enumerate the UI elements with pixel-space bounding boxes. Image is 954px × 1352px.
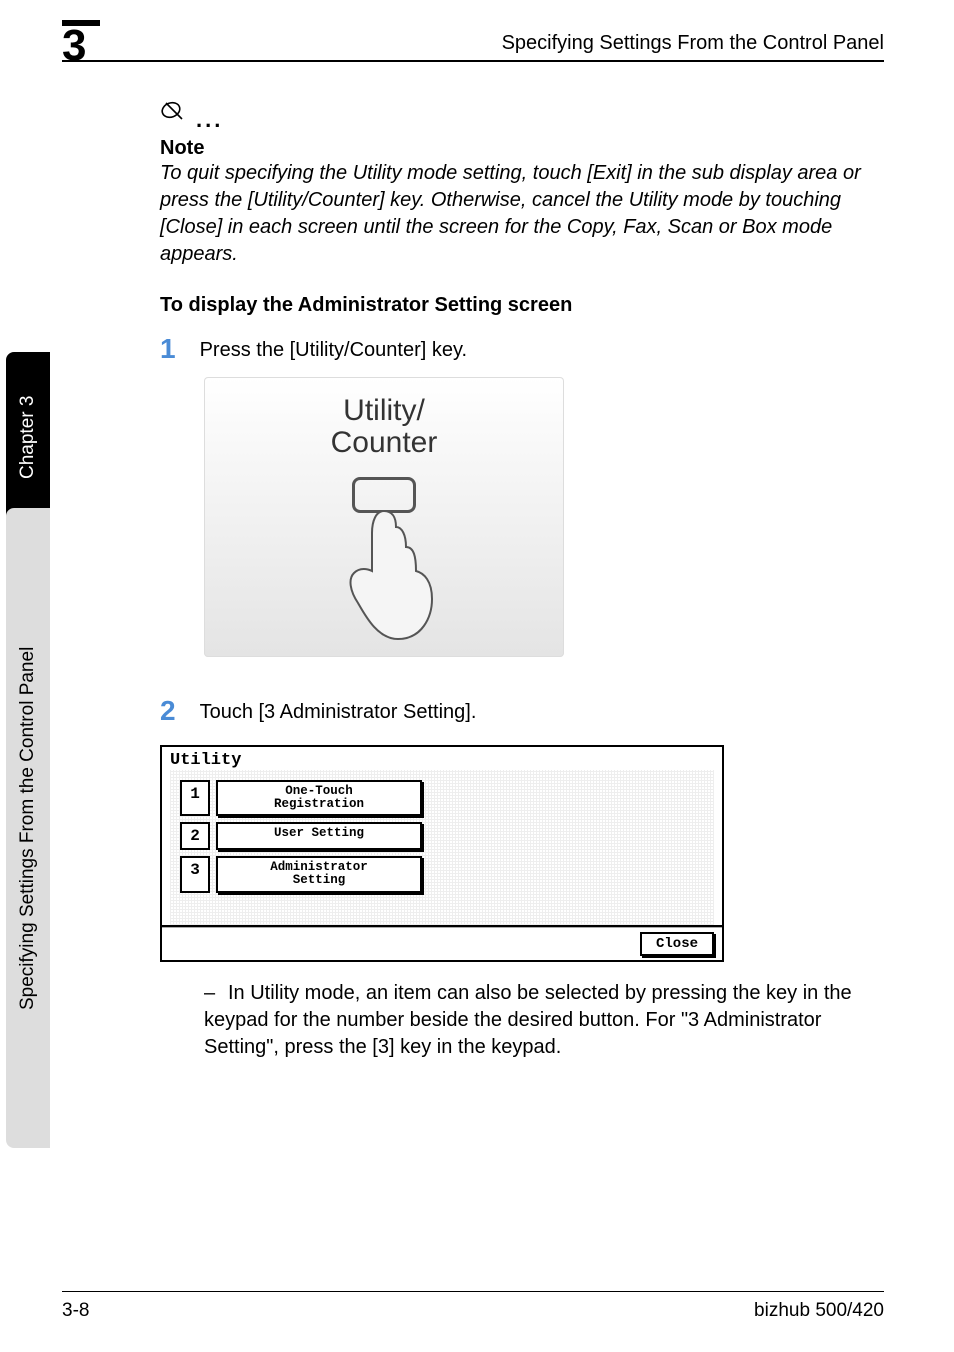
step-1-number: 1	[160, 335, 176, 363]
bullet-dash: –	[204, 980, 228, 1007]
step-1-text: Press the [Utility/Counter] key.	[200, 335, 468, 362]
utility-row: 1 One-Touch Registration	[180, 780, 704, 816]
finger-icon	[324, 507, 444, 647]
step-2-number: 2	[160, 697, 176, 725]
note-icon-row: ...	[160, 100, 878, 133]
utility-row-number: 3	[180, 856, 210, 892]
note-icon	[160, 100, 190, 133]
utility-screen-header: Utility 1 One-Touch Registration 2 User …	[162, 747, 722, 927]
header-rule	[62, 60, 884, 62]
utility-button-administrator-setting[interactable]: Administrator Setting	[216, 856, 422, 892]
utility-row-number: 2	[180, 822, 210, 850]
key-label-line1: Utility/	[343, 394, 425, 427]
close-button[interactable]: Close	[640, 932, 714, 956]
utility-screen-footer: Close	[162, 927, 722, 960]
side-tab-chapter: Chapter 3	[6, 352, 50, 522]
note-heading: Note	[160, 137, 878, 160]
page-header-title: Specifying Settings From the Control Pan…	[502, 32, 884, 55]
key-label: Utility/ Counter	[204, 395, 564, 458]
illustration-utility-screen: Utility 1 One-Touch Registration 2 User …	[160, 745, 724, 962]
note-body: To quit specifying the Utility mode sett…	[160, 160, 878, 268]
footer-page-number: 3-8	[62, 1300, 89, 1322]
step-2: 2 Touch [3 Administrator Setting].	[160, 697, 878, 725]
utility-screen-title: Utility	[170, 751, 241, 770]
utility-row: 3 Administrator Setting	[180, 856, 704, 892]
step-1: 1 Press the [Utility/Counter] key.	[160, 335, 878, 363]
side-tab-section: Specifying Settings From the Control Pan…	[6, 508, 50, 1148]
illustration-utility-counter-key: Utility/ Counter	[204, 377, 564, 657]
utility-button-one-touch[interactable]: One-Touch Registration	[216, 780, 422, 816]
footer-model: bizhub 500/420	[754, 1300, 884, 1322]
utility-row: 2 User Setting	[180, 822, 704, 850]
utility-screen-body: 1 One-Touch Registration 2 User Setting …	[170, 770, 714, 925]
note-dots: ...	[196, 107, 223, 133]
utility-row-number: 1	[180, 780, 210, 816]
step-2-bullet: –In Utility mode, an item can also be se…	[204, 980, 878, 1061]
subheading: To display the Administrator Setting scr…	[160, 294, 878, 317]
key-label-line2: Counter	[331, 426, 438, 459]
step-2-text: Touch [3 Administrator Setting].	[200, 697, 477, 724]
footer-rule	[62, 1291, 884, 1292]
step-2-bullet-text: In Utility mode, an item can also be sel…	[204, 982, 852, 1058]
utility-button-user-setting[interactable]: User Setting	[216, 822, 422, 850]
